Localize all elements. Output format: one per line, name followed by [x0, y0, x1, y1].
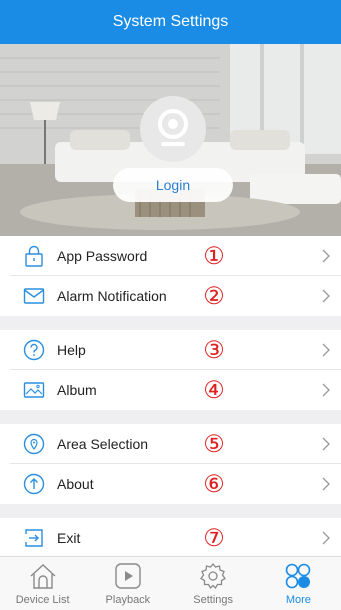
annotation-marker: ⑤ [203, 430, 225, 458]
tab-settings[interactable]: Settings [171, 557, 256, 610]
chevron-right-icon [322, 437, 330, 451]
envelope-icon [23, 288, 45, 304]
menu-item-label: About [57, 476, 94, 492]
tab-label: More [285, 594, 311, 606]
chevron-right-icon [322, 383, 330, 397]
chevron-right-icon [322, 477, 330, 491]
menu-item-app-password[interactable]: App Password ① [0, 236, 341, 276]
location-pin-icon [23, 433, 45, 455]
menu-item-label: Help [57, 342, 86, 358]
menu-item-area-selection[interactable]: Area Selection ⑤ [0, 424, 341, 464]
annotation-marker: ④ [203, 376, 225, 404]
tab-label: Device List [15, 594, 70, 606]
settings-menu: App Password ① Alarm Notification ② Help… [0, 236, 341, 558]
chevron-right-icon [322, 249, 330, 263]
menu-item-about[interactable]: About ⑥ [0, 464, 341, 504]
exit-icon [25, 529, 43, 547]
bottom-tab-bar: Device List Playback Settings More [0, 556, 341, 610]
tab-playback[interactable]: Playback [85, 557, 170, 610]
more-grid-icon [286, 563, 311, 589]
gear-icon [200, 562, 227, 590]
arrow-up-circle-icon [23, 473, 45, 495]
annotation-marker: ⑦ [203, 524, 225, 552]
help-icon [23, 339, 45, 361]
menu-item-help[interactable]: Help ③ [0, 330, 341, 370]
chevron-right-icon [322, 531, 330, 545]
menu-item-label: App Password [57, 248, 148, 264]
login-button[interactable]: Login [113, 168, 233, 202]
menu-item-label: Area Selection [57, 436, 149, 452]
tab-label: Playback [105, 594, 151, 606]
menu-item-exit[interactable]: Exit ⑦ [0, 518, 341, 558]
avatar[interactable] [140, 96, 206, 162]
section-divider [0, 504, 341, 518]
profile-banner: Login [0, 44, 341, 236]
tab-more[interactable]: More [256, 557, 341, 610]
lock-icon [25, 245, 43, 267]
menu-item-label: Album [57, 382, 97, 398]
annotation-marker: ③ [203, 336, 225, 364]
home-icon [30, 564, 56, 589]
tab-device-list[interactable]: Device List [0, 557, 85, 610]
section-divider [0, 316, 341, 330]
album-icon [23, 382, 45, 398]
play-icon [115, 563, 141, 589]
menu-item-label: Alarm Notification [57, 288, 167, 304]
page-title: System Settings [112, 13, 229, 30]
chevron-right-icon [322, 343, 330, 357]
section-divider [0, 410, 341, 424]
title-bar: System Settings [0, 0, 341, 44]
menu-item-album[interactable]: Album ④ [0, 370, 341, 410]
menu-item-alarm-notification[interactable]: Alarm Notification ② [0, 276, 341, 316]
chevron-right-icon [322, 289, 330, 303]
annotation-marker: ⑥ [203, 470, 225, 498]
menu-item-label: Exit [57, 530, 81, 546]
annotation-marker: ② [203, 282, 225, 310]
camera-avatar-icon [158, 109, 188, 146]
tab-label: Settings [193, 594, 233, 606]
annotation-marker: ① [203, 242, 225, 270]
